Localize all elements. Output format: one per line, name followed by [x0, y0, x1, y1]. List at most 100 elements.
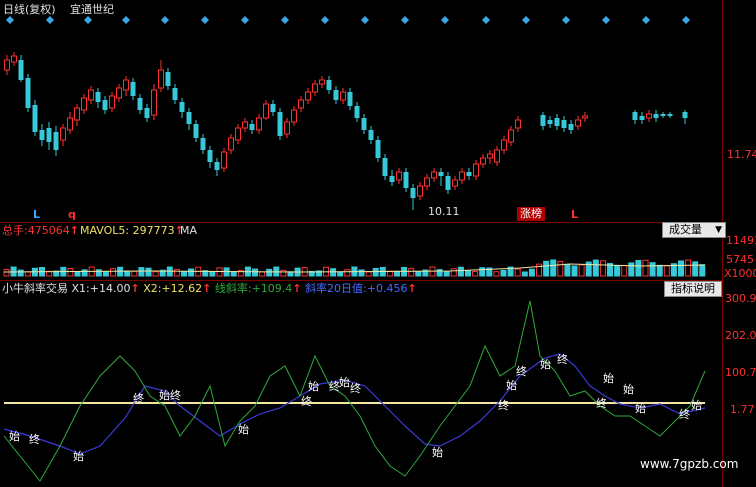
- volume-bar: [358, 269, 365, 277]
- candle-body-up: [4, 59, 10, 71]
- signal-annotation: 始: [506, 379, 517, 392]
- indicator-axis-1: 300.9: [725, 292, 756, 305]
- candle-body-down: [165, 72, 171, 86]
- volume-bar: [181, 271, 187, 277]
- volume-bar: [500, 269, 507, 277]
- candle-body-down: [172, 88, 178, 100]
- divider: [0, 280, 722, 281]
- volume-bar: [550, 259, 557, 277]
- indicator-line-chart[interactable]: [0, 296, 722, 486]
- top-marker-diamond: [401, 16, 409, 24]
- candle-body-up: [431, 171, 437, 179]
- volume-bar: [656, 264, 663, 277]
- candle-body-down: [53, 132, 59, 150]
- volume-bar-chart[interactable]: [0, 238, 722, 278]
- up-arrow-icon: ↑: [202, 282, 212, 295]
- up-arrow-icon: ↑: [407, 282, 417, 295]
- volume-bar: [17, 269, 24, 277]
- candle-body-down: [277, 112, 283, 136]
- candle-body-down: [653, 114, 659, 118]
- candle-body-down: [403, 172, 409, 188]
- indicator-axis-3: 100.7: [725, 366, 756, 379]
- price-axis-label: 11.74: [727, 148, 756, 161]
- candle-body-down: [186, 112, 192, 124]
- volume-bar: [528, 268, 535, 277]
- candle-body-up: [263, 103, 269, 119]
- candle-body-down: [249, 124, 255, 130]
- slope20-label: 斜率20日值:: [305, 282, 367, 295]
- volume-bar: [67, 268, 74, 277]
- volume-bar: [209, 271, 216, 277]
- volume-switch-button[interactable]: 成交量 ▼: [662, 222, 726, 238]
- candle-body-up: [242, 121, 248, 129]
- volume-bar: [450, 268, 457, 277]
- signal-annotation: 终: [596, 397, 607, 410]
- volume-bar: [230, 271, 237, 277]
- signal-annotation: 终: [498, 399, 509, 412]
- candle-body-down: [410, 188, 416, 198]
- candle-body-up: [582, 115, 588, 119]
- volume-bar: [259, 271, 266, 277]
- signal-annotation: 终: [557, 353, 568, 366]
- volume-bar: [3, 269, 10, 277]
- top-marker-diamond: [281, 16, 289, 24]
- top-marker-diamond: [321, 16, 329, 24]
- mavol-label: MAVOL5:: [80, 224, 130, 237]
- candle-body-up: [284, 121, 290, 135]
- candle-body-up: [396, 171, 402, 181]
- signal-annotation: 始: [635, 402, 646, 415]
- signal-annotation: 始: [623, 383, 634, 396]
- volume-bar: [571, 265, 578, 277]
- signal-annotation: 始: [603, 372, 614, 385]
- chevron-down-icon: ▼: [715, 225, 722, 235]
- signal-annotation: 始: [238, 423, 249, 436]
- volume-bar: [124, 270, 131, 277]
- signal-annotation: 始: [73, 450, 84, 463]
- volume-bar: [102, 271, 109, 277]
- volume-bar: [592, 259, 599, 277]
- up-arrow-icon: ↑: [130, 282, 140, 295]
- candle-body-down: [214, 162, 220, 170]
- ma-truncated-label: MA: [180, 224, 198, 237]
- candle-body-up: [256, 117, 262, 131]
- signal-annotation: 始终: [159, 389, 181, 402]
- candle-body-up: [109, 95, 115, 109]
- x1-label: X1:: [71, 282, 90, 295]
- marker-l-2: L: [571, 208, 579, 221]
- candle-body-down: [445, 176, 451, 190]
- candle-body-down: [667, 114, 673, 116]
- indicator-help-button[interactable]: 指标说明: [664, 281, 722, 297]
- candle-body-up: [158, 69, 164, 89]
- candle-body-up: [417, 185, 423, 197]
- x2-label: X2:: [143, 282, 162, 295]
- volume-bar: [578, 264, 585, 277]
- candle-body-up: [81, 97, 87, 111]
- candle-body-down: [179, 102, 185, 112]
- price-candlestick-chart[interactable]: [0, 0, 722, 225]
- signal-annotation: 始: [432, 446, 443, 459]
- low-price-label: 10.11: [428, 205, 460, 218]
- candle-body-down: [46, 128, 52, 142]
- candle-body-down: [540, 115, 546, 126]
- volume-bar: [663, 265, 670, 277]
- candle-body-up: [646, 113, 652, 119]
- top-marker-diamond: [602, 16, 610, 24]
- signal-annotation: 终: [350, 382, 361, 395]
- top-marker-diamond: [441, 16, 449, 24]
- volume-bar: [678, 260, 684, 277]
- candle-body-up: [508, 129, 514, 143]
- candle-body-up: [151, 89, 157, 116]
- candle-body-up: [298, 99, 304, 109]
- marker-q: q: [68, 208, 76, 221]
- candle-body-down: [333, 90, 339, 100]
- volume-bar: [436, 269, 443, 277]
- volume-bar: [692, 261, 699, 277]
- candle-body-up: [88, 89, 94, 101]
- volume-bar: [110, 268, 116, 277]
- indicator-axis-2: 202.0: [725, 329, 756, 342]
- volume-axis-top: 11491: [726, 234, 756, 247]
- volume-bar: [599, 260, 606, 277]
- candle-body-up: [235, 127, 241, 141]
- volume-bar: [415, 271, 422, 277]
- volume-bar: [543, 260, 550, 277]
